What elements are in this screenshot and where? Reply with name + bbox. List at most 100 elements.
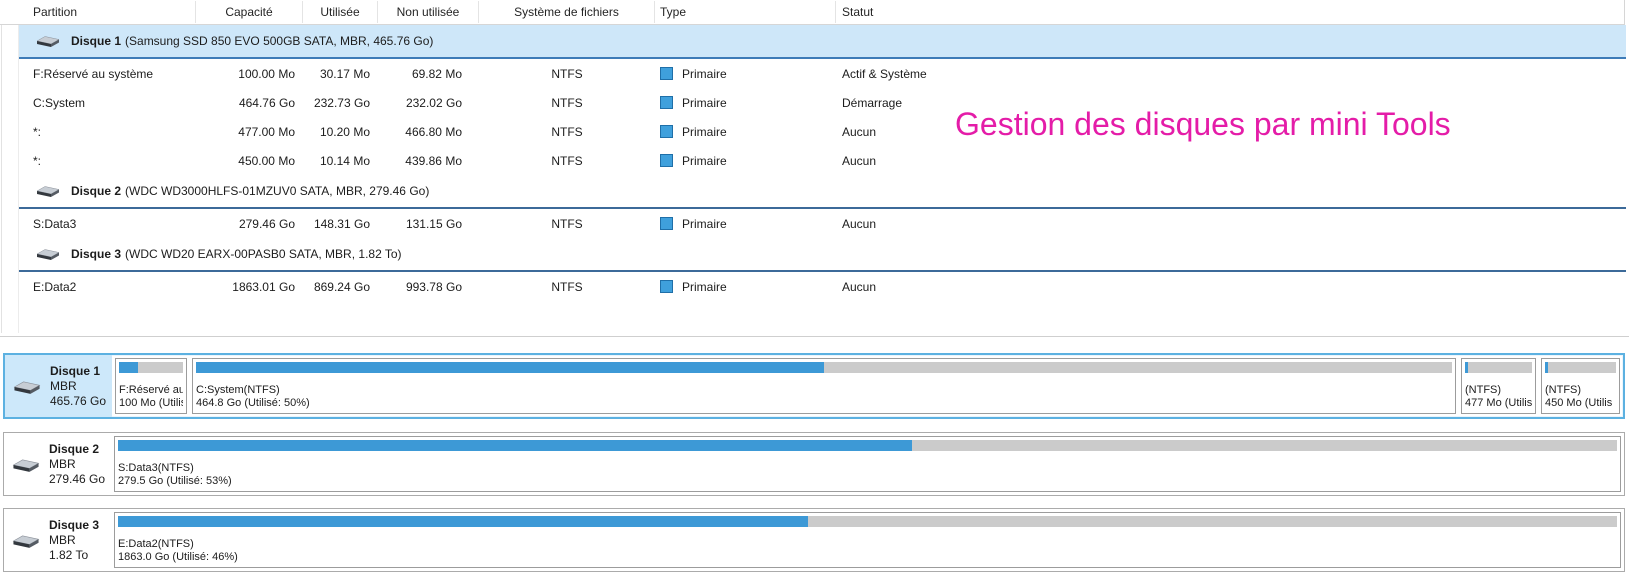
cell-type: Primaire [655, 217, 836, 231]
usage-bar [119, 362, 183, 373]
disk-scheme: MBR [49, 533, 99, 548]
usage-bar-fill [1545, 362, 1548, 373]
column-header-type: Type [655, 1, 836, 23]
disk-drive-icon [35, 34, 61, 48]
usage-bar-fill [119, 362, 138, 373]
primary-partition-icon [660, 125, 673, 138]
cell-unused: 232.02 Go [378, 96, 479, 110]
disk-group-title: Disque 3 [71, 247, 121, 261]
disk-group-title: Disque 1 [71, 34, 121, 48]
partition-block[interactable]: (NTFS)450 Mo (Utilis [1541, 358, 1620, 414]
cell-capacity: 279.46 Go [196, 217, 303, 231]
disk-drive-icon [35, 247, 61, 261]
disk-size: 465.76 Go [50, 394, 106, 409]
partition-block[interactable]: S:Data3(NTFS)279.5 Go (Utilisé: 53%) [114, 436, 1621, 492]
disk-map-info[interactable]: Disque 1MBR465.76 Go [5, 355, 112, 417]
disk-name: Disque 3 [49, 518, 99, 533]
partition-block-label: C:System(NTFS) [196, 384, 1452, 397]
column-header-filesystem: Système de fichiers [479, 1, 655, 23]
cell-capacity: 1863.01 Go [196, 280, 303, 294]
cell-type-label: Primaire [682, 154, 727, 168]
disk-info-text: Disque 1MBR465.76 Go [50, 364, 106, 409]
cell-filesystem: NTFS [479, 67, 655, 81]
partition-block[interactable]: F:Réservé au s100 Mo (Utilis [115, 358, 187, 414]
spacer [119, 373, 183, 384]
partition-block-size: 477 Mo (Utilis [1465, 397, 1532, 410]
cell-type-label: Primaire [682, 96, 727, 110]
usage-bar [196, 362, 1452, 373]
cell-capacity: 450.00 Mo [196, 154, 303, 168]
cell-partition-label: S:Data3 [0, 217, 196, 231]
disk-map-row[interactable]: Disque 3MBR1.82 ToE:Data2(NTFS)1863.0 Go… [3, 508, 1625, 572]
partition-row[interactable]: *:450.00 Mo10.14 Mo439.86 MoNTFSPrimaire… [0, 146, 1629, 175]
partition-block-size: 464.8 Go (Utilisé: 50%) [196, 397, 1452, 410]
cell-unused: 993.78 Go [378, 280, 479, 294]
disk-size: 1.82 To [49, 548, 99, 563]
disk-map-info[interactable]: Disque 2MBR279.46 Go [4, 433, 111, 495]
cell-used: 869.24 Go [303, 280, 378, 294]
disk-drive-icon [11, 533, 41, 549]
table-left-border [1, 0, 2, 333]
disk-name: Disque 1 [50, 364, 106, 379]
usage-bar [118, 440, 1617, 451]
usage-bar-fill [118, 440, 912, 451]
cell-filesystem: NTFS [479, 217, 655, 231]
primary-partition-icon [660, 96, 673, 109]
cell-type-label: Primaire [682, 280, 727, 294]
partition-block-label: F:Réservé au s [119, 384, 183, 397]
cell-partition-label: *: [0, 154, 196, 168]
disk-group-header[interactable]: Disque 1 (Samsung SSD 850 EVO 500GB SATA,… [18, 25, 1626, 59]
spacer [1465, 373, 1532, 384]
partition-row[interactable]: S:Data3279.46 Go148.31 Go131.15 GoNTFSPr… [0, 209, 1629, 238]
cell-filesystem: NTFS [479, 125, 655, 139]
usage-bar-fill [1465, 362, 1468, 373]
cell-unused: 69.82 Mo [378, 67, 479, 81]
cell-partition-label: *: [0, 125, 196, 139]
usage-bar [1545, 362, 1616, 373]
cell-type: Primaire [655, 125, 836, 139]
partition-list: Disque 1 (Samsung SSD 850 EVO 500GB SATA,… [0, 25, 1629, 301]
disk-map-partitions: E:Data2(NTFS)1863.0 Go (Utilisé: 46%) [111, 509, 1624, 571]
disk-map-partitions: S:Data3(NTFS)279.5 Go (Utilisé: 53%) [111, 433, 1624, 495]
disk-map-info[interactable]: Disque 3MBR1.82 To [4, 509, 111, 571]
disk-group-title: Disque 2 [71, 184, 121, 198]
column-header-status: Statut [836, 1, 1624, 23]
disk-group-header[interactable]: Disque 2 (WDC WD3000HLFS-01MZUV0 SATA, MB… [18, 175, 1626, 209]
disk-scheme: MBR [50, 379, 106, 394]
disk-map-row[interactable]: Disque 1MBR465.76 GoF:Réservé au s100 Mo… [3, 353, 1625, 419]
primary-partition-icon [660, 154, 673, 167]
partition-block-label: (NTFS) [1465, 384, 1532, 397]
cell-filesystem: NTFS [479, 280, 655, 294]
cell-unused: 131.15 Go [378, 217, 479, 231]
cell-unused: 466.80 Mo [378, 125, 479, 139]
cell-status: Aucun [836, 217, 1629, 231]
cell-used: 10.14 Mo [303, 154, 378, 168]
cell-filesystem: NTFS [479, 96, 655, 110]
partition-block[interactable]: E:Data2(NTFS)1863.0 Go (Utilisé: 46%) [114, 512, 1621, 568]
disk-group-details: (WDC WD3000HLFS-01MZUV0 SATA, MBR, 279.4… [125, 184, 429, 198]
partition-row[interactable]: F:Réservé au système100.00 Mo30.17 Mo69.… [0, 59, 1629, 88]
spacer [118, 527, 1617, 538]
table-indent-line [18, 0, 19, 333]
cell-partition-label: F:Réservé au système [0, 67, 196, 81]
disk-group-header[interactable]: Disque 3(WDC WD20 EARX-00PASB0 SATA, MBR… [18, 238, 1626, 272]
spacer [196, 373, 1452, 384]
partition-block[interactable]: C:System(NTFS)464.8 Go (Utilisé: 50%) [192, 358, 1456, 414]
cell-used: 10.20 Mo [303, 125, 378, 139]
partition-block-label: E:Data2(NTFS) [118, 538, 1617, 551]
disk-scheme: MBR [49, 457, 105, 472]
partition-block-size: 279.5 Go (Utilisé: 53%) [118, 475, 1617, 488]
cell-type-label: Primaire [682, 125, 727, 139]
cell-used: 232.73 Go [303, 96, 378, 110]
disk-map-row[interactable]: Disque 2MBR279.46 GoS:Data3(NTFS)279.5 G… [3, 432, 1625, 496]
column-header-partition: Partition [0, 1, 196, 23]
table-header: PartitionCapacitéUtiliséeNon utiliséeSys… [0, 0, 1625, 25]
cell-used: 30.17 Mo [303, 67, 378, 81]
disk-name: Disque 2 [49, 442, 105, 457]
cell-status: Aucun [836, 280, 1629, 294]
cell-status: Actif & Système [836, 67, 1629, 81]
cell-used: 148.31 Go [303, 217, 378, 231]
disk-group-details: (Samsung SSD 850 EVO 500GB SATA, MBR, 46… [125, 34, 433, 48]
partition-row[interactable]: E:Data21863.01 Go869.24 Go993.78 GoNTFSP… [0, 272, 1629, 301]
partition-block[interactable]: (NTFS)477 Mo (Utilis [1461, 358, 1536, 414]
